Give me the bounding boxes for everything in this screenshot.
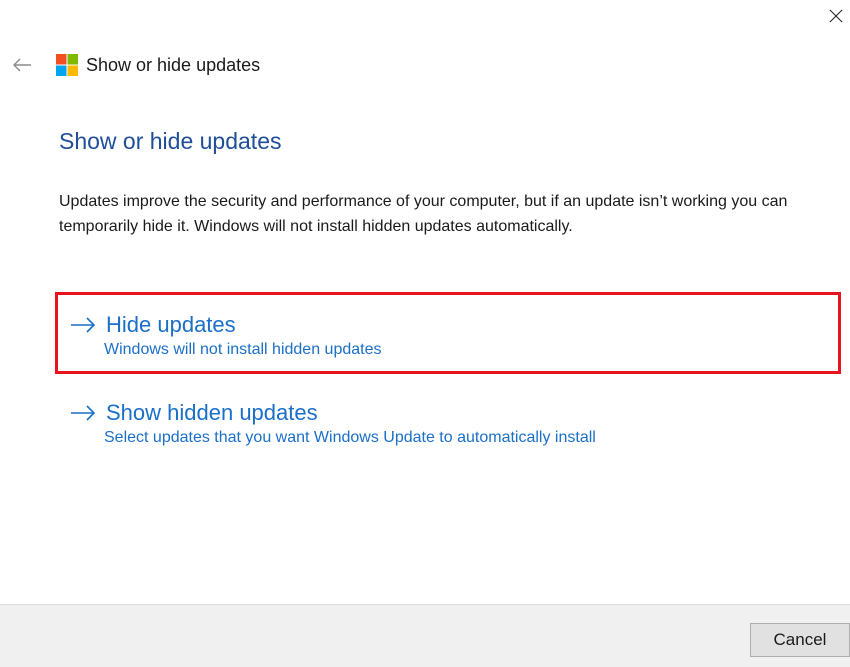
show-hidden-updates-subtitle: Select updates that you want Windows Upd… (104, 429, 596, 446)
right-arrow-icon (71, 317, 96, 333)
hide-updates-title: Hide updates (106, 312, 236, 337)
show-hidden-updates-option[interactable]: Show hidden updates Select updates that … (55, 380, 841, 462)
show-hidden-updates-title: Show hidden updates (106, 400, 318, 425)
cancel-button[interactable]: Cancel (750, 623, 850, 657)
back-arrow-icon (13, 58, 31, 72)
windows-logo-icon (56, 54, 78, 76)
hide-updates-option[interactable]: Hide updates Windows will not install hi… (55, 292, 841, 374)
hide-updates-subtitle: Windows will not install hidden updates (104, 341, 382, 358)
footer-bar: Cancel (0, 604, 850, 667)
window-title: Show or hide updates (86, 54, 261, 75)
show-hidden-updates-title-row: Show hidden updates (70, 399, 824, 427)
page-title: Show or hide updates (59, 128, 282, 154)
dialog-window: Show or hide updates Show or hide update… (0, 0, 850, 667)
right-arrow-icon (71, 405, 96, 421)
close-button[interactable] (822, 2, 850, 30)
hide-updates-title-row: Hide updates (70, 311, 824, 339)
back-button[interactable] (10, 53, 34, 77)
title-bar: Show or hide updates (10, 50, 260, 80)
description-text: Updates improve the security and perform… (59, 193, 788, 235)
close-icon (829, 9, 843, 23)
